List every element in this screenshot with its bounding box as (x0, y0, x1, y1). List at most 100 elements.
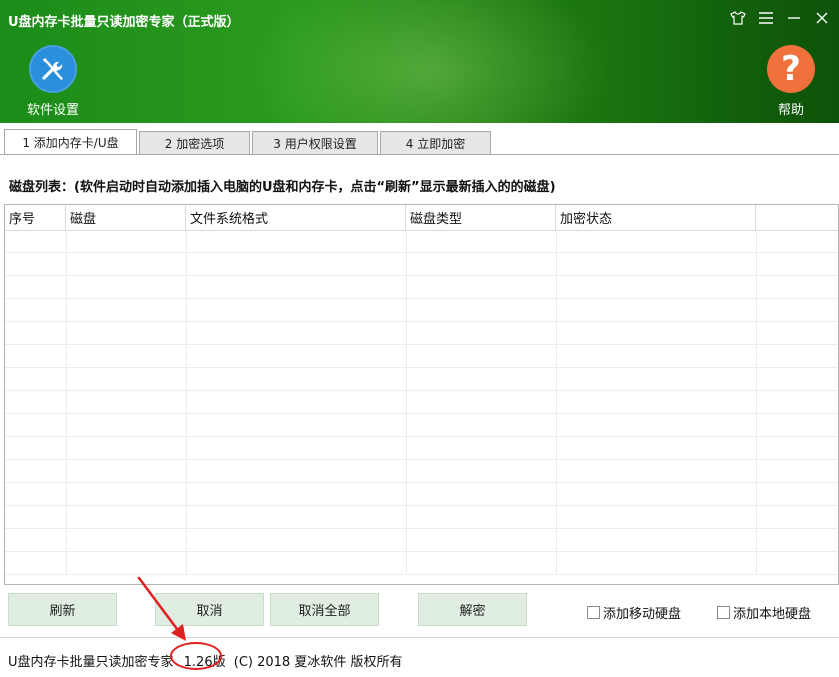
cancel-all-button[interactable]: 取消全部 (270, 593, 379, 626)
column-divider (66, 276, 67, 298)
table-row[interactable] (5, 276, 838, 299)
tab-encrypt-options[interactable]: 2 加密选项 (139, 131, 250, 155)
column-divider (66, 414, 67, 436)
column-divider (406, 230, 407, 252)
column-divider (406, 552, 407, 574)
column-header-filesystem[interactable]: 文件系统格式 (186, 205, 406, 230)
table-row[interactable] (5, 414, 838, 437)
column-header-index[interactable]: 序号 (5, 205, 66, 230)
footer-copyright: (C) 2018 夏冰软件 版权所有 (233, 655, 403, 670)
tab-encrypt-now[interactable]: 4 立即加密 (380, 131, 491, 155)
refresh-button[interactable]: 刷新 (8, 593, 117, 626)
column-divider (66, 253, 67, 275)
column-divider (756, 552, 757, 574)
column-divider (66, 460, 67, 482)
table-row[interactable] (5, 368, 838, 391)
column-divider (406, 437, 407, 459)
column-divider (556, 552, 557, 574)
disk-table[interactable]: 序号 磁盘 文件系统格式 磁盘类型 加密状态 (4, 204, 839, 585)
table-row[interactable] (5, 437, 838, 460)
help-button[interactable]: ? 帮助 (756, 45, 826, 118)
column-divider (406, 345, 407, 367)
column-divider (756, 437, 757, 459)
decrypt-button[interactable]: 解密 (418, 593, 527, 626)
column-divider (756, 299, 757, 321)
column-divider (66, 552, 67, 574)
tab-add-disk[interactable]: 1 添加内存卡/U盘 (4, 129, 137, 154)
disk-list-title: 磁盘列表：(软件启动时自动添加插入电脑的U盘和内存卡，点击“刷新”显示最新插入的… (9, 180, 556, 195)
column-divider (66, 437, 67, 459)
table-row[interactable] (5, 552, 838, 575)
add-removable-disk-checkbox[interactable]: 添加移动硬盘 (587, 603, 681, 622)
menu-icon[interactable] (757, 9, 775, 27)
column-divider (556, 529, 557, 551)
table-row[interactable] (5, 529, 838, 552)
column-divider (406, 529, 407, 551)
tab-user-permissions[interactable]: 3 用户权限设置 (252, 131, 378, 155)
table-row[interactable] (5, 230, 838, 253)
column-divider (556, 253, 557, 275)
column-divider (66, 529, 67, 551)
column-header-disk[interactable]: 磁盘 (66, 205, 186, 230)
footer-product: U盘内存卡批量只读加密专家 (8, 655, 174, 670)
window-title: U盘内存卡批量只读加密专家（正式版） (8, 15, 240, 30)
column-divider (186, 391, 187, 413)
add-removable-disk-label: 添加移动硬盘 (603, 607, 682, 622)
column-divider (186, 253, 187, 275)
column-divider (406, 322, 407, 344)
column-divider (756, 460, 757, 482)
minimize-icon[interactable] (785, 9, 803, 27)
table-row[interactable] (5, 506, 838, 529)
column-divider (756, 276, 757, 298)
column-divider (186, 230, 187, 252)
question-mark-icon: ? (767, 45, 815, 93)
skin-shirt-icon[interactable] (729, 9, 747, 27)
table-row[interactable] (5, 299, 838, 322)
column-divider (756, 253, 757, 275)
title-bar-header: U盘内存卡批量只读加密专家（正式版） 软件设置 ? 帮助 (0, 0, 839, 123)
column-divider (66, 345, 67, 367)
add-local-disk-label: 添加本地硬盘 (733, 607, 812, 622)
column-divider (66, 506, 67, 528)
column-divider (556, 322, 557, 344)
column-divider (186, 460, 187, 482)
footer-separator (0, 637, 839, 638)
column-divider (756, 391, 757, 413)
column-divider (756, 345, 757, 367)
column-divider (756, 529, 757, 551)
table-row[interactable] (5, 253, 838, 276)
column-divider (66, 368, 67, 390)
column-divider (186, 345, 187, 367)
checkbox-box[interactable] (717, 606, 730, 619)
table-row[interactable] (5, 345, 838, 368)
column-divider (406, 483, 407, 505)
table-row[interactable] (5, 391, 838, 414)
column-divider (556, 483, 557, 505)
column-divider (186, 529, 187, 551)
column-header-extra (756, 205, 838, 230)
table-row[interactable] (5, 460, 838, 483)
add-local-disk-checkbox[interactable]: 添加本地硬盘 (717, 603, 811, 622)
settings-button[interactable]: 软件设置 (18, 45, 88, 118)
column-divider (186, 414, 187, 436)
column-divider (406, 391, 407, 413)
column-divider (406, 460, 407, 482)
column-divider (66, 391, 67, 413)
column-divider (186, 437, 187, 459)
checkbox-box[interactable] (587, 606, 600, 619)
table-header: 序号 磁盘 文件系统格式 磁盘类型 加密状态 (5, 205, 838, 231)
column-divider (756, 322, 757, 344)
version-highlight-ellipse (170, 642, 222, 670)
column-divider (756, 414, 757, 436)
close-icon[interactable] (813, 9, 831, 27)
table-row[interactable] (5, 483, 838, 506)
column-divider (406, 253, 407, 275)
column-divider (756, 368, 757, 390)
settings-label: 软件设置 (26, 103, 79, 118)
wrench-screwdriver-icon (29, 45, 77, 93)
column-divider (556, 391, 557, 413)
column-header-disk-type[interactable]: 磁盘类型 (406, 205, 556, 230)
column-divider (66, 483, 67, 505)
column-header-encrypt-status[interactable]: 加密状态 (556, 205, 756, 230)
table-row[interactable] (5, 322, 838, 345)
